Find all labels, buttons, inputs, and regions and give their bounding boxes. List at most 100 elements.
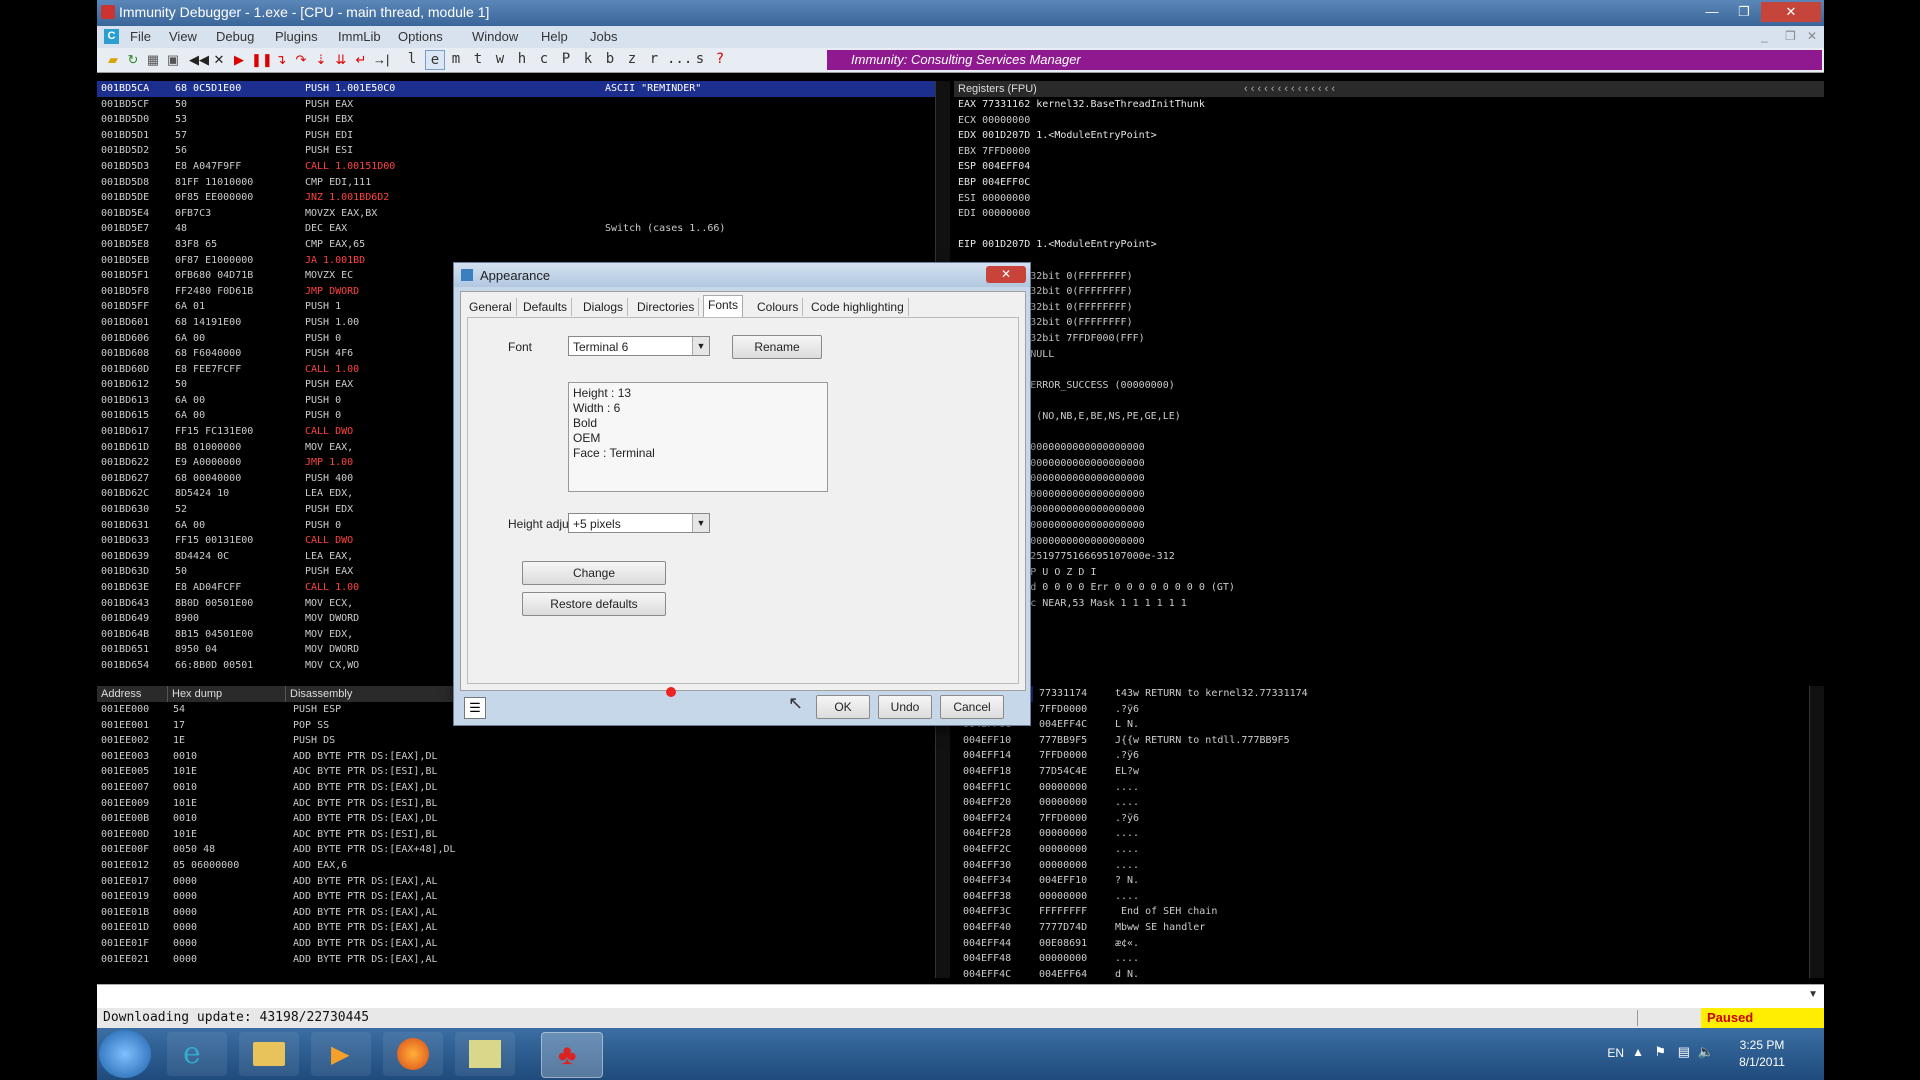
memory-view-icon[interactable]: ▣	[165, 51, 181, 68]
disasm-row[interactable]: 001BD5D0 53 PUSH EBX	[97, 112, 935, 128]
stack-row[interactable]: 004EFF14 7FFD0000 .?ÿ6	[959, 748, 1807, 764]
minimize-button[interactable]: —	[1697, 2, 1727, 22]
register-line[interactable]: EBP 004EFF0C	[958, 175, 1824, 191]
clock-time[interactable]: 3:25 PM	[1722, 1038, 1802, 1052]
disasm-row[interactable]: 001BD5E7 48 DEC EAX Switch (cases 1..66)	[97, 221, 935, 237]
cancel-button[interactable]: Cancel	[940, 695, 1004, 719]
disasm-row[interactable]: 001BD5E8 83F8 65 CMP EAX,65	[97, 237, 935, 253]
toolbar-threads-button[interactable]: t	[469, 50, 487, 68]
tab-code-highlighting[interactable]: Code highlighting	[807, 298, 909, 316]
ok-button[interactable]: OK	[816, 695, 870, 719]
execute-till-return-icon[interactable]: ↵	[353, 51, 369, 68]
stack-row[interactable]: 004EFF44 00E08691 æ¢«.	[959, 936, 1807, 952]
undo-button[interactable]: Undo	[878, 695, 932, 719]
toolbar-source-button[interactable]: s	[691, 50, 709, 68]
command-history-chevron-down-icon[interactable]: ▼	[1808, 989, 1818, 1000]
run-icon[interactable]: ▶	[231, 51, 247, 68]
dump-row[interactable]: 001EE00B 0010 ADD BYTE PTR DS:[EAX],DL	[97, 811, 935, 827]
stack-row[interactable]: 004EFF4C 004EFF64 d N.	[959, 967, 1807, 978]
start-button-icon[interactable]	[99, 1030, 151, 1078]
stack-row[interactable]: 004EFF48 00000000....	[959, 951, 1807, 967]
dump-row[interactable]: 001EE01B 0000 ADD BYTE PTR DS:[EAX],AL	[97, 905, 935, 921]
network-icon[interactable]: ▤	[1678, 1044, 1690, 1060]
cpu-view-icon[interactable]: ▦	[145, 51, 161, 68]
firefox-icon[interactable]	[383, 1032, 443, 1076]
toolbar-handles-button[interactable]: h	[513, 50, 531, 68]
pause-icon[interactable]: ❚❚	[251, 51, 273, 68]
register-line[interactable]: ST7 empty 1.2519775166695107000e-312	[958, 549, 1824, 565]
stack-row[interactable]: 004EFF24 7FFD0000 .?ÿ6	[959, 811, 1807, 827]
volume-icon[interactable]: 🔈	[1698, 1044, 1714, 1060]
stack-scrollbar[interactable]	[1809, 686, 1824, 978]
register-line[interactable]: ST4 empty 0.0000000000000000000	[958, 502, 1824, 518]
rewind-icon[interactable]: ◀◀	[189, 51, 209, 68]
register-line[interactable]: D 0	[958, 362, 1824, 378]
menu-plugins[interactable]: Plugins	[275, 29, 318, 44]
notes-app-icon[interactable]	[455, 1032, 515, 1076]
menu-options[interactable]: Options	[398, 29, 443, 44]
tab-fonts[interactable]: Fonts	[703, 295, 744, 318]
toolbar-z-button[interactable]: z	[623, 50, 641, 68]
menu-file[interactable]: File	[130, 29, 151, 44]
close-button[interactable]: ✕	[1761, 2, 1821, 22]
dump-scrollbar[interactable]	[935, 686, 950, 978]
dump-row[interactable]: 001EE01D 0000 ADD BYTE PTR DS:[EAX],AL	[97, 920, 935, 936]
tab-general[interactable]: General	[465, 298, 517, 316]
disasm-row[interactable]: 001BD5E4 0FB7C3 MOVZX EAX,BX	[97, 206, 935, 222]
restore-defaults-button[interactable]: Restore defaults	[522, 592, 666, 616]
menu-immlib[interactable]: ImmLib	[338, 29, 381, 44]
register-line[interactable]	[958, 253, 1824, 269]
register-line[interactable]	[958, 424, 1824, 440]
stack-row[interactable]: 004EFF38 00000000....	[959, 889, 1807, 905]
stack-row[interactable]: 004EFF2C 00000000....	[959, 842, 1807, 858]
menu-debug[interactable]: Debug	[216, 29, 254, 44]
dump-row[interactable]: 001EE00F 0050 48 ADD BYTE PTR DS:[EAX+48],…	[97, 842, 935, 858]
stack-row[interactable]: 004EFF1C 00000000....	[959, 780, 1807, 796]
font-select[interactable]: Terminal 6 ▼	[568, 336, 710, 356]
tray-expand-icon[interactable]: ▲	[1632, 1045, 1644, 1059]
disasm-row[interactable]: 001BD5CA 68 0C5D1E00 PUSH 1.001E50C0 ASCII …	[97, 81, 935, 97]
dump-row[interactable]: 001EE002 1E PUSH DS	[97, 733, 935, 749]
register-line[interactable]: FCW 027F Prec NEAR,53 Mask 1 1 1 1 1 1	[958, 596, 1824, 612]
register-line[interactable]: A 0 SS 0023 32bit 0(FFFFFFFF)	[958, 300, 1824, 316]
dump-col-hex[interactable]: Hex dump	[167, 686, 222, 702]
dump-row[interactable]: 001EE009 101E ADC BYTE PTR DS:[ESI],BL	[97, 796, 935, 812]
disasm-row[interactable]: 001BD5D1 57 PUSH EDI	[97, 128, 935, 144]
toolbar-breakpoints-button[interactable]: b	[601, 50, 619, 68]
stack-row[interactable]: 004EFF087FFD0000.?ÿ6	[959, 702, 1807, 718]
toolbar-memory-button[interactable]: m	[447, 50, 465, 68]
dump-row[interactable]: 001EE003 0010 ADD BYTE PTR DS:[EAX],DL	[97, 749, 935, 765]
register-line[interactable]: ST0 empty 0.0000000000000000000	[958, 440, 1824, 456]
register-line[interactable]	[958, 222, 1824, 238]
internet-explorer-icon[interactable]: e	[167, 1032, 227, 1076]
tab-colours[interactable]: Colours	[753, 298, 804, 316]
toolbar-runtrace-button[interactable]: ...	[667, 50, 692, 68]
stack-row[interactable]: 004EFF28 00000000....	[959, 826, 1807, 842]
dump-row[interactable]: 001EE019 0000 ADD BYTE PTR DS:[EAX],AL	[97, 889, 935, 905]
toolbar-cpu-button[interactable]: c	[535, 50, 553, 68]
register-line[interactable]	[958, 393, 1824, 409]
registers-pane[interactable]: EAX 77331162 kernel32.BaseThreadInitThun…	[954, 97, 1824, 679]
register-line[interactable]: Z 1 DS 0023 32bit 0(FFFFFFFF)	[958, 315, 1824, 331]
toolbar-patches-button[interactable]: P	[557, 50, 575, 68]
menu-view[interactable]: View	[169, 29, 197, 44]
register-line[interactable]: ST6 empty 0.0000000000000000000	[958, 534, 1824, 550]
mdi-minimize-button[interactable]: _	[1761, 29, 1768, 43]
register-line[interactable]: EAX 77331162 kernel32.BaseThreadInitThun…	[958, 97, 1824, 113]
dump-row[interactable]: 001EE01F 0000 ADD BYTE PTR DS:[EAX],AL	[97, 936, 935, 952]
toolbar-modules-button[interactable]: e	[425, 50, 445, 70]
immunity-debugger-taskbar-icon[interactable]: ♣	[541, 1032, 603, 1078]
dump-row[interactable]: 001EE021 0000 ADD BYTE PTR DS:[EAX],AL	[97, 952, 935, 968]
stack-row[interactable]: 004EFF40 7777D74D Mbww SE handler	[959, 920, 1807, 936]
disasm-row[interactable]: 001BD5CF 50 PUSH EAX	[97, 97, 935, 113]
dump-row[interactable]: 001EE017 0000 ADD BYTE PTR DS:[EAX],AL	[97, 874, 935, 890]
toolbar-windows-button[interactable]: w	[491, 50, 509, 68]
disasm-row[interactable]: 001BD5D2 56 PUSH ESI	[97, 143, 935, 159]
trace-over-icon[interactable]: ⇊	[333, 51, 349, 68]
registers-scroll-arrows[interactable]: ‹ ‹ ‹ ‹ ‹ ‹ ‹ ‹ ‹ ‹ ‹ ‹ ‹ ‹	[1244, 81, 1335, 97]
change-button[interactable]: Change	[522, 561, 666, 585]
command-input[interactable]: ▼	[97, 984, 1824, 1009]
menu-help[interactable]: Help	[541, 29, 568, 44]
restart-icon[interactable]: ↻	[125, 51, 141, 68]
dump-row[interactable]: 001EE012 05 06000000 ADD EAX,6	[97, 858, 935, 874]
